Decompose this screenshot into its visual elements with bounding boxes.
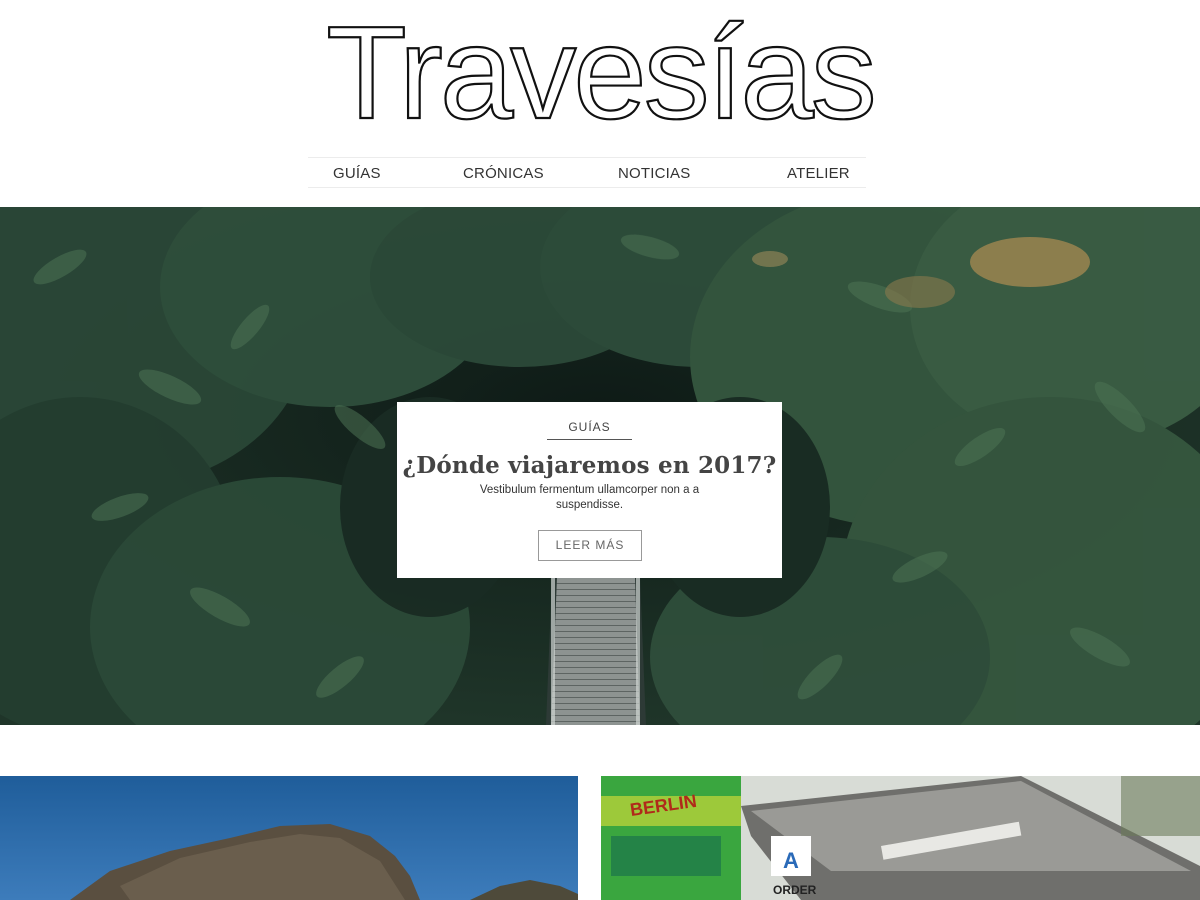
nav-item-guias[interactable]: GUÍAS	[333, 165, 381, 182]
nav-item-cronicas[interactable]: CRÓNICAS	[463, 165, 544, 182]
main-nav: GUÍAS CRÓNICAS NOTICIAS ATELIER	[308, 157, 866, 188]
site-logo[interactable]: Travesías	[300, 6, 900, 140]
hero-section: GUÍAS ¿Dónde viajaremos en 2017? Vestibu…	[0, 207, 1200, 725]
foodtruck-image: BERLIN A ORDER	[601, 776, 1200, 900]
truck-sign-badge: A	[783, 848, 799, 873]
article-thumbnail-foodtruck[interactable]: BERLIN A ORDER	[601, 776, 1200, 900]
site-header: Travesías	[0, 0, 1200, 150]
article-category[interactable]: GUÍAS	[397, 420, 782, 434]
logo-text: Travesías	[326, 6, 874, 140]
nav-item-noticias[interactable]: NOTICIAS	[618, 165, 690, 182]
article-title[interactable]: ¿Dónde viajaremos en 2017?	[397, 452, 782, 479]
mountain-image	[0, 776, 578, 900]
truck-sign-order: ORDER	[773, 883, 817, 897]
article-thumbnail-mountain[interactable]	[0, 776, 578, 900]
category-divider	[547, 439, 632, 440]
read-more-button[interactable]: LEER MÁS	[538, 530, 642, 561]
nav-item-atelier[interactable]: ATELIER	[787, 165, 850, 182]
article-description: Vestibulum fermentum ullamcorper non a a…	[479, 484, 700, 511]
featured-article-card: GUÍAS ¿Dónde viajaremos en 2017? Vestibu…	[397, 402, 782, 578]
